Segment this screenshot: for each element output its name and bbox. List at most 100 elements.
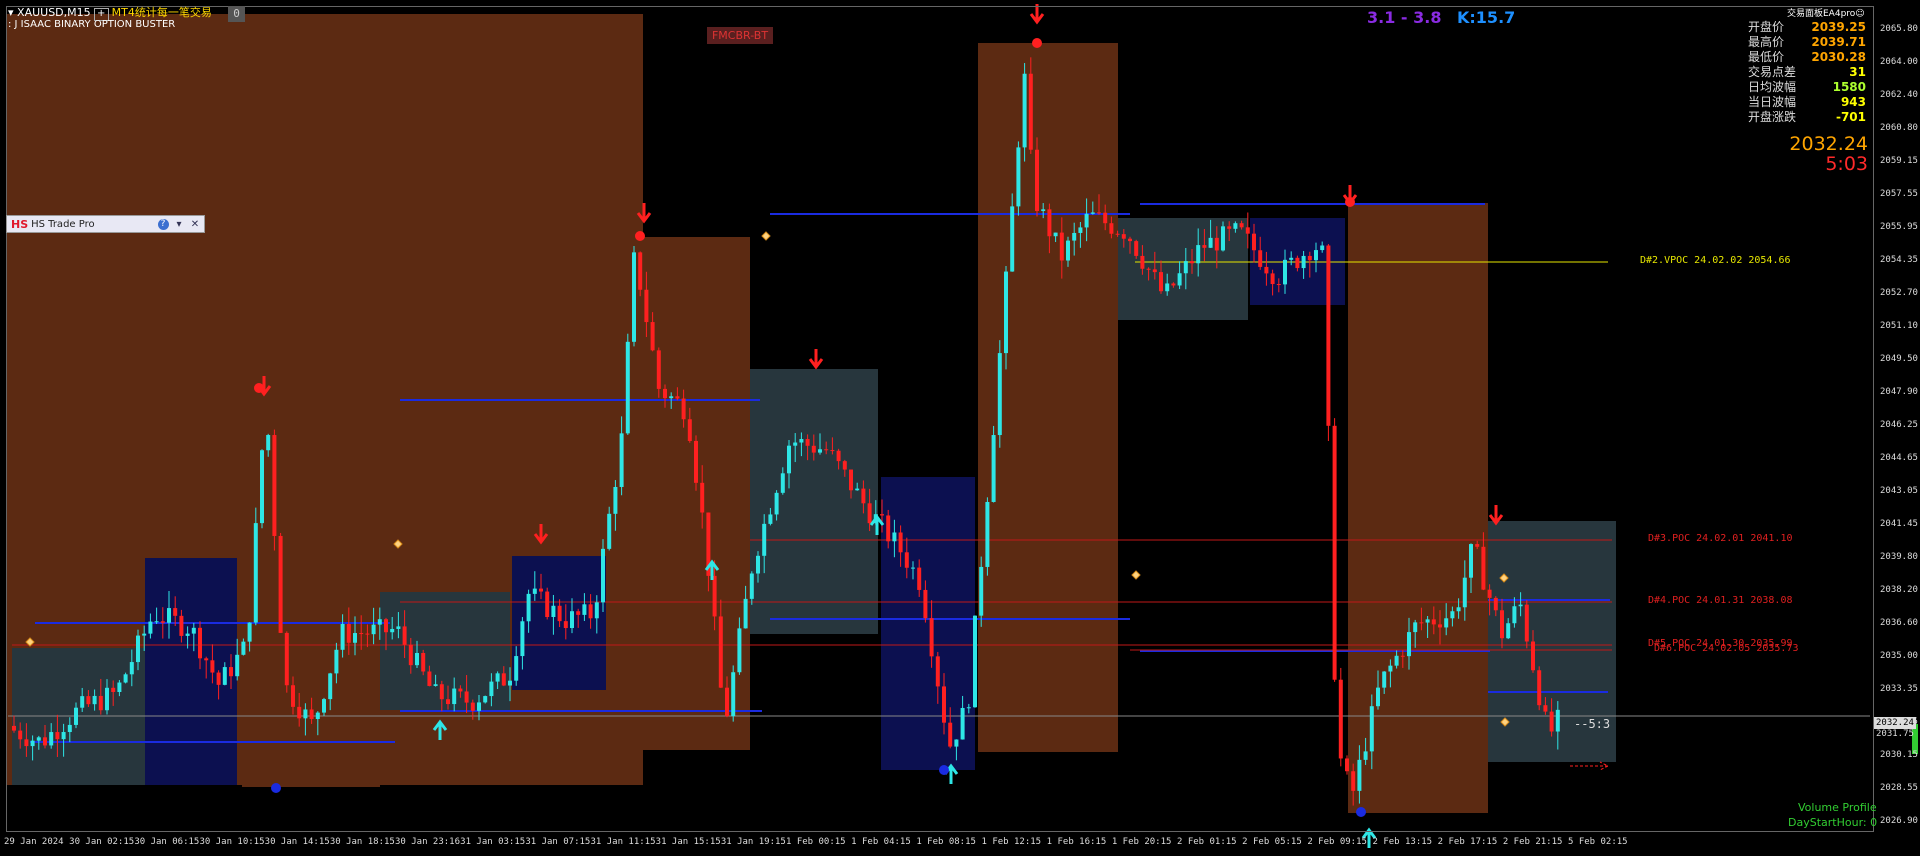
candle-body xyxy=(501,673,506,686)
candle-body xyxy=(284,632,289,686)
close-icon[interactable]: ✕ xyxy=(188,219,202,230)
candle-body xyxy=(247,622,252,642)
chevron-down-icon[interactable]: ▾ xyxy=(8,6,14,19)
candle-body xyxy=(421,652,426,672)
candle-body xyxy=(898,532,903,553)
session-box xyxy=(610,237,750,750)
stat-label: 最低价 xyxy=(1748,50,1785,64)
price-tick: 2062.40 xyxy=(1880,90,1918,100)
candle-body xyxy=(1022,73,1027,148)
sell-arrow-icon xyxy=(1029,4,1045,25)
price-axis[interactable]: 2065.80 2064.00 2062.40 2060.80 2059.15 2057.… xyxy=(1874,6,1920,832)
price-tick: 2035.00 xyxy=(1880,651,1918,661)
fmcbr-label[interactable]: FMCBR-BT xyxy=(707,27,773,44)
candle-body xyxy=(780,473,785,493)
candle-body xyxy=(390,628,395,633)
candle-body xyxy=(1121,234,1126,239)
candle-body xyxy=(805,439,810,446)
time-tick: 30 Jan 06:15 xyxy=(134,837,200,847)
price-tick: 2047.90 xyxy=(1880,387,1918,397)
candle-body xyxy=(1177,273,1182,286)
candle-body xyxy=(892,532,897,542)
candle-body xyxy=(67,724,72,733)
stats-panel: 开盘价 2039.25 最高价 2039.71 最低价 2030.28 交易点差 31 日均波幅… xyxy=(1748,20,1866,125)
candle-body xyxy=(210,660,215,673)
candle-body xyxy=(991,435,996,502)
hs-trade-pro-panel[interactable]: HS HS Trade Pro ? ▾ ✕ xyxy=(6,215,205,233)
candle-body xyxy=(929,618,934,657)
candle-body xyxy=(880,514,884,516)
price-tick: 2028.55 xyxy=(1880,783,1918,793)
candle-body xyxy=(1493,597,1498,611)
candle-body xyxy=(377,619,382,625)
candle-body xyxy=(98,695,103,711)
candle-body xyxy=(136,635,140,663)
candle-body xyxy=(514,656,519,681)
candle-body xyxy=(1208,237,1213,248)
sell-arrow-icon xyxy=(1488,505,1504,526)
candle-body xyxy=(1270,273,1275,285)
price-tick: 2026.90 xyxy=(1880,816,1918,826)
stat-value: 31 xyxy=(1849,65,1866,79)
dropdown-icon[interactable]: ▾ xyxy=(172,219,186,230)
candle-body xyxy=(1400,655,1405,657)
candle-body xyxy=(433,684,438,686)
candle-body xyxy=(483,696,488,703)
day-start-label: DayStartHour: 0 xyxy=(1788,816,1878,829)
candle-body xyxy=(520,621,525,657)
candle-body xyxy=(849,469,853,491)
stat-value: 2030.28 xyxy=(1811,50,1866,64)
candle-body xyxy=(222,667,227,685)
candle-body xyxy=(594,602,599,619)
candle-body xyxy=(439,684,444,700)
candle-body xyxy=(1543,705,1548,712)
time-tick: 1 Feb 16:15 xyxy=(1046,837,1107,847)
help-icon[interactable]: ? xyxy=(156,218,170,230)
time-tick: 30 Jan 02:15 xyxy=(69,837,135,847)
candle-body xyxy=(1283,259,1287,285)
stat-value: 943 xyxy=(1840,95,1866,109)
candle-body xyxy=(1357,759,1362,791)
candle-body xyxy=(979,566,984,616)
candle-body xyxy=(749,573,754,599)
time-tick: 30 Jan 23:16 xyxy=(395,837,461,847)
candle-body xyxy=(1171,283,1176,286)
candle-body xyxy=(315,712,320,720)
candle-body xyxy=(1196,245,1201,264)
session-box xyxy=(750,369,878,634)
candle-body xyxy=(43,737,47,746)
candle-body xyxy=(1419,622,1424,624)
candle-body xyxy=(1239,223,1244,228)
price-chart[interactable] xyxy=(0,0,1920,856)
candle-body xyxy=(985,501,990,567)
candle-body xyxy=(24,739,29,747)
candle-body xyxy=(148,621,153,634)
diamond-marker-icon xyxy=(761,231,771,241)
candle-body xyxy=(638,252,643,290)
stat-label: 开盘涨跌 xyxy=(1748,110,1797,124)
counter-badge[interactable]: 0 xyxy=(228,6,245,22)
candle-timer: 5:03 xyxy=(1825,153,1868,175)
candle-body xyxy=(811,445,816,453)
candle-body xyxy=(842,461,847,470)
time-tick: 31 Jan 19:15 xyxy=(720,837,786,847)
time-tick: 30 Jan 18:15 xyxy=(329,837,395,847)
candle-body xyxy=(886,515,891,542)
candle-body xyxy=(18,730,23,740)
candle-body xyxy=(855,488,860,491)
candle-body xyxy=(384,619,388,633)
candle-body xyxy=(1500,610,1504,639)
candle-body xyxy=(570,611,574,629)
candle-body xyxy=(216,672,221,685)
candle-body xyxy=(297,706,302,719)
candle-body xyxy=(557,605,562,622)
session-box xyxy=(242,388,380,787)
time-axis[interactable]: 29 Jan 2024 30 Jan 02:15 30 Jan 06:15 30 Ja… xyxy=(0,832,1874,852)
candle-body xyxy=(198,627,202,659)
price-tick: 2052.70 xyxy=(1880,288,1918,298)
session-box xyxy=(1118,218,1248,320)
time-tick: 5 Feb 02:15 xyxy=(1568,837,1628,847)
candle-body xyxy=(1264,266,1269,274)
candle-body xyxy=(923,589,928,619)
stat-label: 当日波幅 xyxy=(1748,95,1797,109)
